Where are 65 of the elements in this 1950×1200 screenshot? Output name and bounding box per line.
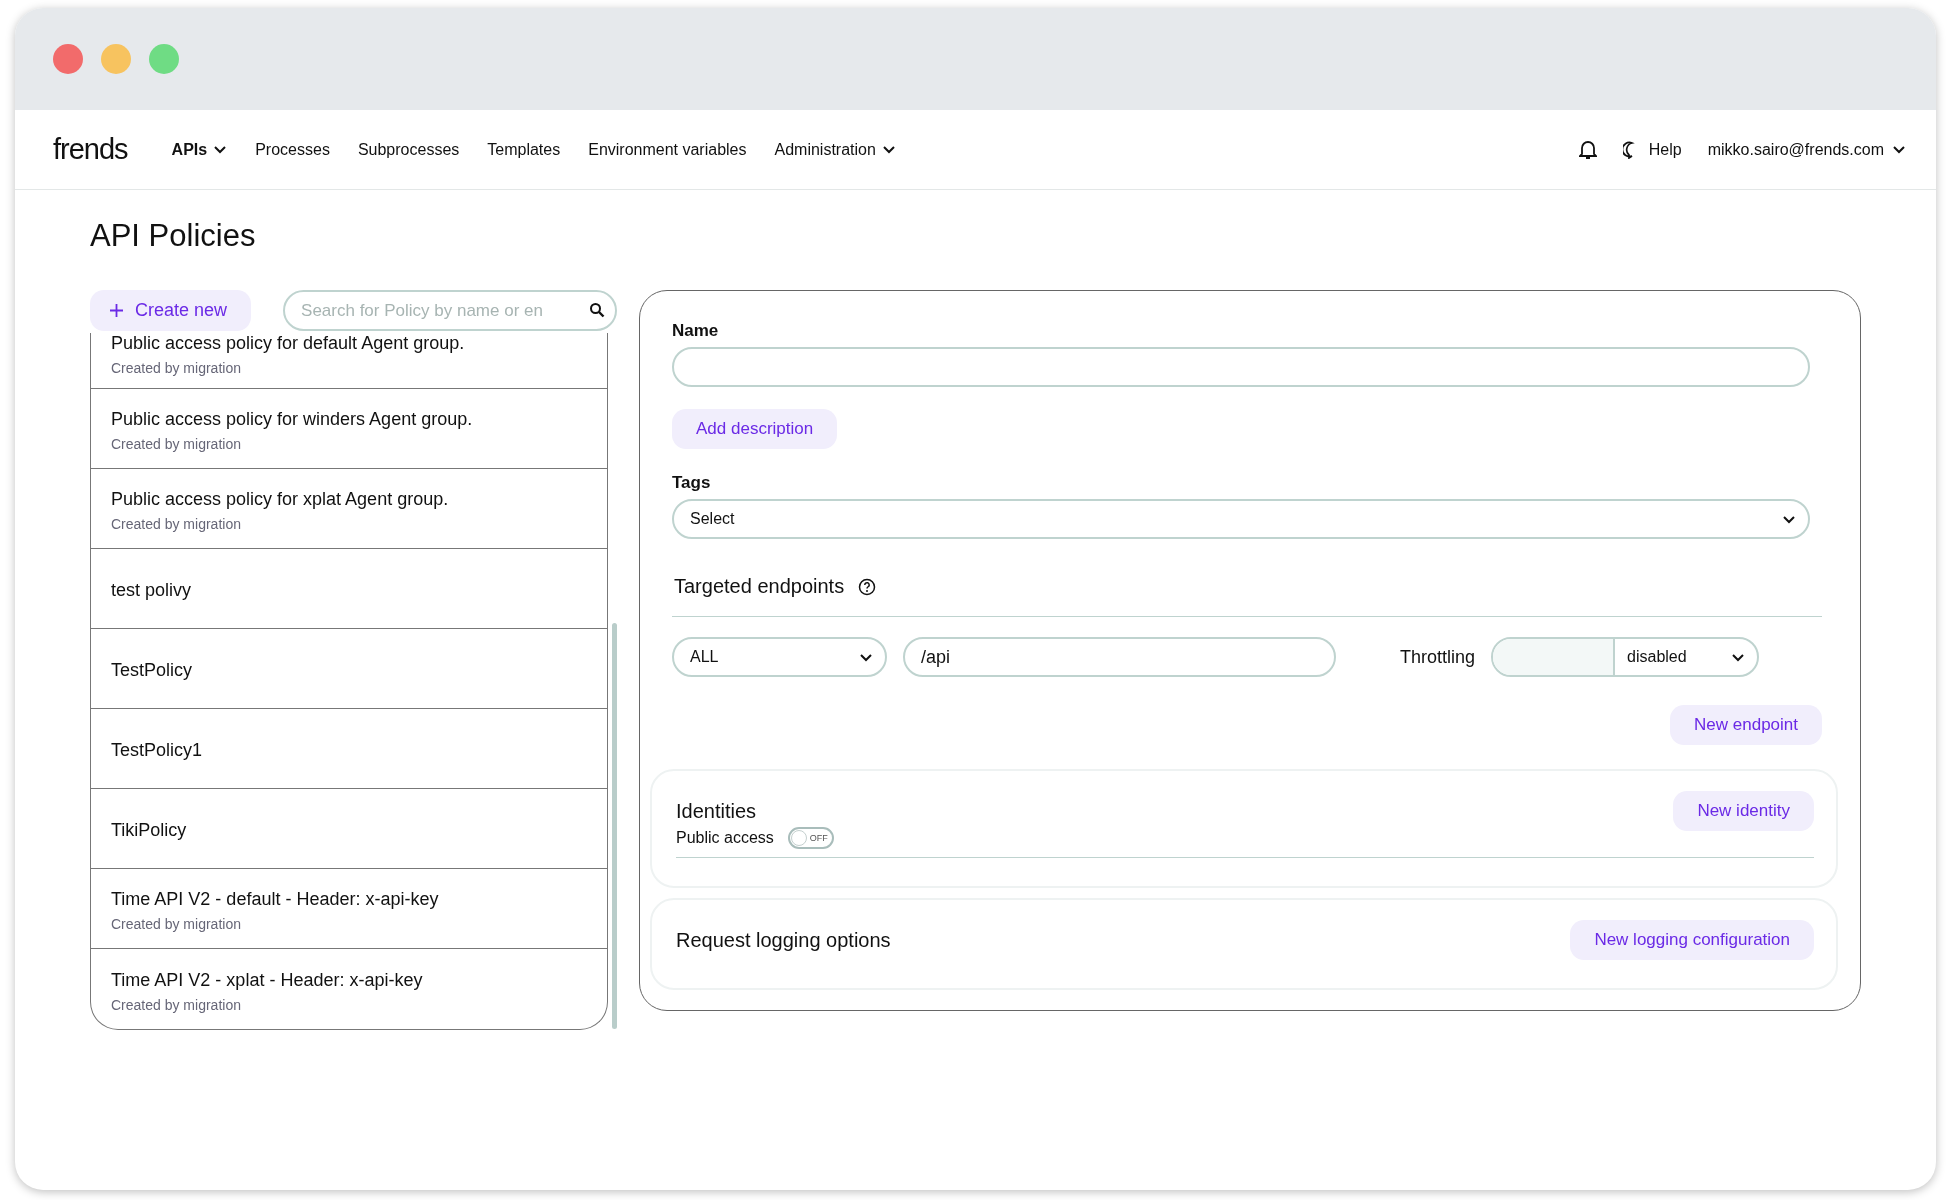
search-icon — [589, 302, 605, 318]
policy-name: test polivy — [111, 580, 193, 601]
policy-name: Public access policy for winders Agent group. — [111, 409, 474, 430]
name-label: Name — [672, 321, 720, 341]
tags-select[interactable]: Select — [672, 499, 1810, 539]
throttling-input[interactable] — [1493, 639, 1616, 675]
throttling-label: Throttling — [1400, 646, 1476, 668]
caret-icon — [859, 652, 873, 662]
policy-subtitle: Created by migration — [111, 916, 242, 932]
policy-name: TikiPolicy — [111, 820, 188, 841]
policy-list-item[interactable]: Public access policy for winders Agent group. Created by migration — [91, 389, 608, 469]
nav-item[interactable]: APIs — [171, 140, 228, 159]
policy-subtitle: Created by migration — [111, 436, 242, 452]
help-link[interactable]: Help — [1622, 140, 1682, 159]
user-menu[interactable]: mikko.sairo@frends.com — [1707, 140, 1906, 159]
plus-icon — [110, 304, 123, 317]
policy-name: TestPolicy1 — [111, 740, 204, 761]
page-title: API Policies — [90, 218, 257, 254]
policy-list-item[interactable]: TikiPolicy — [91, 789, 608, 869]
create-new-button[interactable]: Create new — [90, 290, 252, 331]
scrollbar-thumb[interactable] — [612, 623, 617, 1029]
policy-name: TestPolicy — [111, 660, 194, 681]
caret-icon — [1782, 514, 1796, 524]
policy-name: Time API V2 - xplat - Header: x-api-key — [111, 969, 424, 991]
policy-subtitle: Created by migration — [111, 516, 242, 532]
policy-name: Time API V2 - default - Header: x-api-key — [111, 889, 440, 910]
policy-name: Public access policy for default Agent group. — [111, 333, 466, 354]
public-access-label: Public access — [676, 829, 774, 847]
policy-name: Public access policy for xplat Agent group. — [111, 489, 450, 510]
policy-list-item[interactable]: Time API V2 - default - Header: x-api-key Created by migration — [91, 869, 608, 949]
maximize-window-icon[interactable] — [149, 44, 179, 74]
bell-icon[interactable] — [1578, 139, 1597, 160]
policy-list-item[interactable]: Public access policy for default Agent group. Created by migration — [91, 333, 608, 389]
search-field[interactable]: Search for Policy by name or en — [283, 290, 617, 331]
new-logging-configuration-button[interactable]: New logging configuration — [1570, 920, 1814, 960]
nav-item[interactable]: Environment variables — [588, 140, 747, 159]
logo[interactable]: frends — [53, 133, 128, 166]
tags-label: Tags — [672, 473, 712, 493]
nav-item[interactable]: Administration — [774, 140, 896, 159]
policy-subtitle: Created by migration — [111, 996, 242, 1013]
public-access-toggle[interactable]: OFF — [787, 827, 834, 849]
nav-item[interactable]: Processes — [255, 140, 330, 159]
policy-list-item[interactable]: TestPolicy1 — [91, 709, 608, 789]
policy-list-item[interactable]: TestPolicy — [91, 629, 608, 709]
close-window-icon[interactable] — [53, 44, 83, 74]
policy-list-item[interactable]: Public access policy for xplat Agent group. Created by migration — [91, 469, 608, 549]
policy-list-item[interactable]: test polivy — [91, 549, 608, 629]
new-identity-button[interactable]: New identity — [1673, 791, 1814, 831]
new-endpoint-button[interactable]: New endpoint — [1670, 705, 1822, 745]
section-heading: Request logging options — [676, 928, 891, 952]
section-heading: Targeted endpoints — [674, 575, 845, 598]
name-input[interactable] — [672, 347, 1810, 387]
path-input[interactable]: /api — [903, 637, 1336, 677]
help-icon[interactable] — [858, 577, 877, 596]
nav-item[interactable]: Templates — [487, 140, 561, 159]
caret-icon — [1731, 652, 1746, 662]
add-description-button[interactable]: Add description — [672, 409, 838, 449]
policy-list-item[interactable]: Time API V2 - xplat - Header: x-api-key Created by migration — [91, 949, 608, 1029]
minimize-window-icon[interactable] — [101, 44, 131, 74]
section-heading: Identities — [676, 799, 757, 823]
policy-subtitle: Created by migration — [111, 360, 242, 376]
nav-item[interactable]: Subprocesses — [357, 140, 460, 159]
method-select[interactable]: ALL — [672, 637, 887, 677]
caret-icon — [1892, 145, 1906, 154]
throttling-mode-select[interactable]: disabled — [1615, 639, 1758, 675]
